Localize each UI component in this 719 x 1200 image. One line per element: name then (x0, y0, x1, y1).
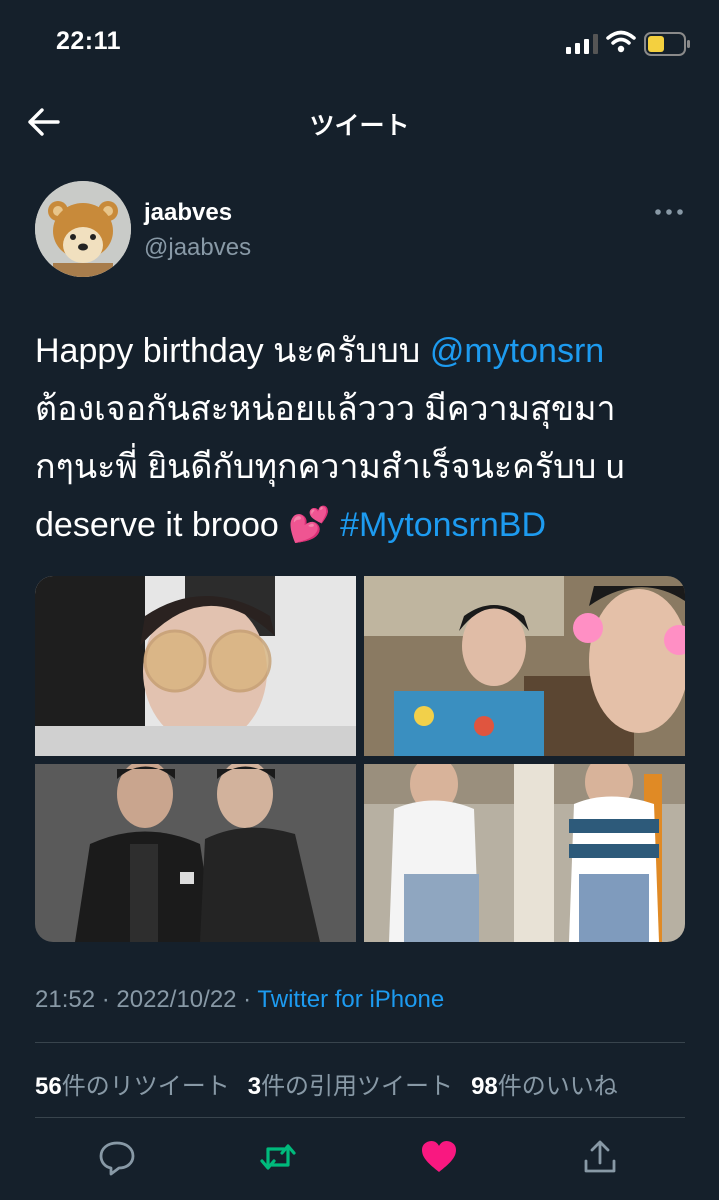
divider (35, 1042, 685, 1043)
author-display-name[interactable]: jaabves (144, 199, 232, 227)
quotes-count: 3 (247, 1073, 262, 1100)
two-hearts-emoji: 💕 (288, 506, 331, 544)
tweet-source-link[interactable]: Twitter for iPhone (257, 986, 444, 1013)
meta-separator: · (95, 986, 117, 1013)
likes-count: 98 (471, 1073, 498, 1100)
tweet-date: 2022/10/22 (116, 986, 237, 1013)
photo-4[interactable] (364, 764, 685, 942)
reply-icon[interactable] (97, 1137, 137, 1177)
photo-2[interactable] (364, 576, 685, 756)
retweet-icon[interactable] (258, 1137, 298, 1177)
quotes-stat[interactable]: 3件の引用ツイート (248, 1073, 453, 1100)
likes-label: 件のいいね (497, 1073, 618, 1100)
author-handle[interactable]: @jaabves (144, 234, 251, 262)
divider (35, 1117, 685, 1118)
tweet-text-segment: Happy birthday นะครับบบ (35, 332, 430, 370)
cellular-signal-icon (566, 34, 598, 54)
photo-1[interactable] (35, 576, 356, 756)
tweet-text: Happy birthday นะครับบบ @mytonsrn ต้องเจ… (35, 322, 705, 554)
battery-icon (644, 32, 690, 56)
page-title: ツイート (309, 112, 410, 140)
tweet-line-3: กๆนะพี่ ยินดีกับทุกความสำเร็จนะครับบ u (35, 448, 625, 486)
tweet-time: 21:52 (35, 986, 96, 1013)
mention-link[interactable]: @mytonsrn (430, 332, 604, 370)
status-bar: 22:11 (0, 0, 719, 90)
heart-icon[interactable] (419, 1137, 459, 1177)
tweet-line-4: deserve it brooo 💕 #MytonsrnBD (35, 496, 705, 554)
hashtag-link[interactable]: #MytonsrnBD (340, 506, 546, 544)
more-options-icon[interactable] (652, 200, 686, 224)
avatar-image (35, 181, 131, 277)
avatar[interactable] (35, 181, 131, 277)
meta-separator: · (236, 986, 258, 1013)
media-grid (35, 576, 685, 942)
likes-stat[interactable]: 98件のいいね (471, 1073, 618, 1100)
status-time: 22:11 (56, 27, 122, 55)
retweets-count: 56 (35, 1073, 62, 1100)
retweets-label: 件のリツイート (61, 1073, 230, 1100)
top-nav: ツイート (0, 90, 719, 156)
tweet-meta: 21:52 · 2022/10/22 · Twitter for iPhone (35, 986, 444, 1014)
wifi-icon (606, 30, 636, 53)
share-icon[interactable] (580, 1137, 620, 1177)
photo-3[interactable] (35, 764, 356, 942)
quotes-label: 件の引用ツイート (261, 1073, 454, 1100)
tweet-line-1: Happy birthday นะครับบบ @mytonsrn (35, 322, 705, 380)
tweet-line-2: ต้องเจอกันสะหน่อยแล้ววว มีความสุขมา (35, 390, 616, 428)
retweets-stat[interactable]: 56件のリツイート (35, 1073, 230, 1100)
tweet-stats: 56件のリツイート 3件の引用ツイート 98件のいいね (35, 1066, 618, 1101)
tweet-text-segment: deserve it brooo (35, 506, 289, 544)
